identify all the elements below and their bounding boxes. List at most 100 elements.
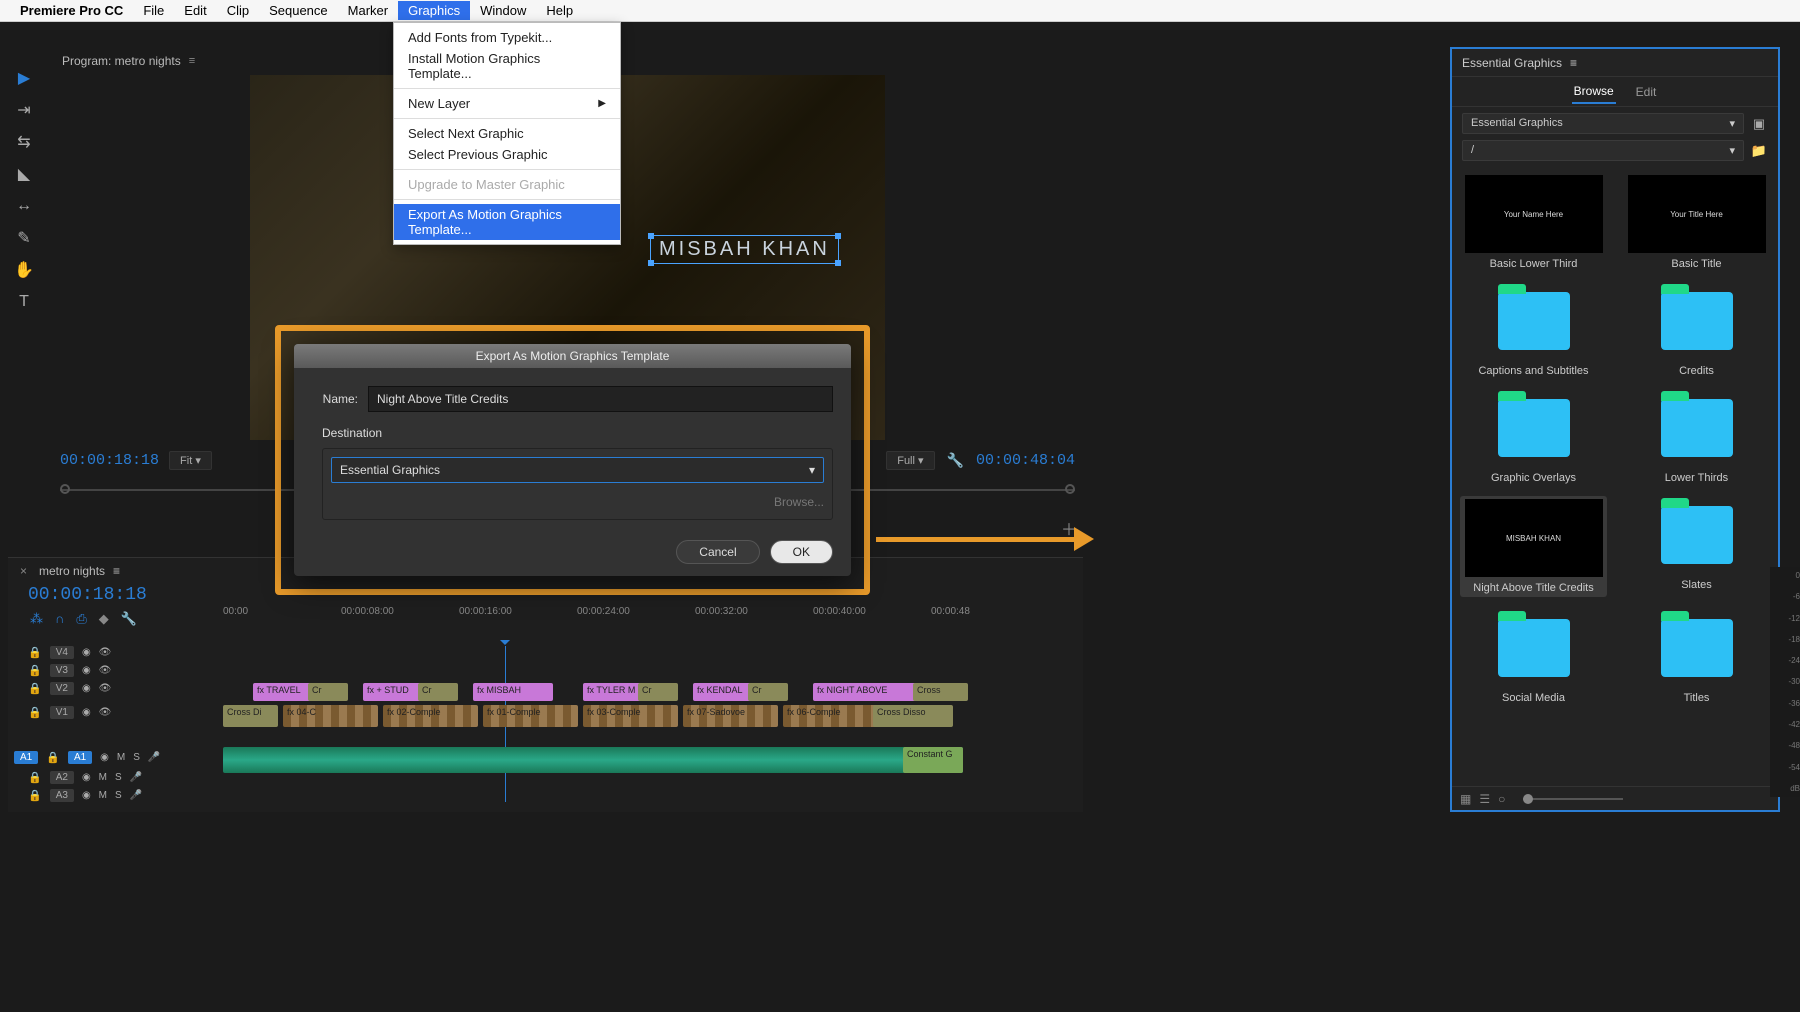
track-v2[interactable]: V2	[50, 682, 74, 695]
hand-tool-icon[interactable]: ✋	[13, 259, 35, 281]
eg-item[interactable]: Titles	[1623, 609, 1770, 704]
zoom-dropdown[interactable]: Full ▾	[886, 451, 934, 470]
lock-icon[interactable]: 🔒	[28, 789, 42, 802]
tab-edit[interactable]: Edit	[1634, 81, 1659, 103]
video-clip[interactable]: fx 04-C	[283, 705, 378, 727]
close-icon[interactable]: ×	[20, 564, 27, 578]
eye-icon[interactable]: 👁	[99, 683, 112, 694]
audio-transition[interactable]: Constant G	[903, 747, 963, 773]
wrench-icon[interactable]: 🔧	[947, 452, 964, 469]
lock-icon[interactable]: 🔒	[46, 751, 60, 764]
transition-clip[interactable]: Cr	[638, 683, 678, 701]
track-select-tool-icon[interactable]: ⇥	[13, 99, 35, 121]
lock-icon[interactable]: 🔒	[28, 646, 42, 659]
panel-menu-icon[interactable]: ≡	[1570, 56, 1577, 70]
menu-sequence[interactable]: Sequence	[259, 1, 338, 20]
list-view-icon[interactable]: ☰	[1479, 792, 1490, 806]
src-a1[interactable]: A1	[14, 751, 38, 764]
toggle-icon[interactable]: ◉	[82, 683, 91, 694]
video-clip[interactable]: fx 06-Comple	[783, 705, 878, 727]
pen-tool-icon[interactable]: ✎	[13, 227, 35, 249]
razor-tool-icon[interactable]: ◣	[13, 163, 35, 185]
audio-clip[interactable]	[223, 747, 963, 773]
dd-select-next[interactable]: Select Next Graphic	[394, 123, 620, 144]
dd-select-prev[interactable]: Select Previous Graphic	[394, 144, 620, 165]
ripple-tool-icon[interactable]: ⇆	[13, 131, 35, 153]
panel-menu-icon[interactable]: ≡	[113, 564, 120, 578]
slip-tool-icon[interactable]: ↔	[13, 195, 35, 217]
library-icon[interactable]: ▣	[1750, 115, 1768, 133]
menu-graphics[interactable]: Graphics	[398, 1, 470, 20]
toggle-icon[interactable]: ◉	[82, 647, 91, 658]
track-v3[interactable]: V3	[50, 664, 74, 677]
transition-clip[interactable]: Cross Disso	[873, 705, 953, 727]
mic-icon[interactable]: 🎤	[148, 752, 160, 763]
lock-icon[interactable]: 🔒	[28, 664, 42, 677]
fit-dropdown[interactable]: Fit ▾	[169, 451, 212, 470]
destination-dropdown[interactable]: Essential Graphics▾	[331, 457, 824, 483]
menu-help[interactable]: Help	[536, 1, 583, 20]
eg-item[interactable]: Captions and Subtitles	[1460, 282, 1607, 377]
transition-clip[interactable]: Cr	[418, 683, 458, 701]
toggle-icon[interactable]: ◉	[82, 707, 91, 718]
eg-item[interactable]: Credits	[1623, 282, 1770, 377]
eg-item[interactable]: MISBAH KHANNight Above Title Credits	[1460, 496, 1607, 597]
panel-menu-icon[interactable]: ≡	[189, 55, 195, 67]
menu-window[interactable]: Window	[470, 1, 536, 20]
dd-install-mogrt[interactable]: Install Motion Graphics Template...	[394, 48, 620, 84]
lock-icon[interactable]: 🔒	[28, 682, 42, 695]
selection-tool-icon[interactable]: ▶	[13, 67, 35, 89]
eye-icon[interactable]: 👁	[99, 647, 112, 658]
toggle-icon[interactable]: ◉	[82, 665, 91, 676]
linked-sel-icon[interactable]: ∩	[55, 611, 64, 627]
eg-item[interactable]: Slates	[1623, 496, 1770, 597]
folder-icon[interactable]: 📁	[1750, 142, 1768, 160]
ok-button[interactable]: OK	[770, 540, 833, 564]
track-v1[interactable]: V1	[50, 706, 74, 719]
video-clip[interactable]: fx 03-Comple	[583, 705, 678, 727]
transition-clip[interactable]: Cr	[748, 683, 788, 701]
eye-icon[interactable]: 👁	[99, 665, 112, 676]
eye-icon[interactable]: 👁	[99, 707, 112, 718]
tab-browse[interactable]: Browse	[1572, 80, 1616, 104]
dd-new-layer[interactable]: New Layer▶	[394, 93, 620, 114]
type-tool-icon[interactable]: T	[13, 291, 35, 313]
menu-marker[interactable]: Marker	[338, 1, 398, 20]
menu-file[interactable]: File	[133, 1, 174, 20]
eg-item[interactable]: Lower Thirds	[1623, 389, 1770, 484]
track-v4[interactable]: V4	[50, 646, 74, 659]
marker-add-icon[interactable]: ◆	[99, 611, 109, 627]
eg-item[interactable]: Graphic Overlays	[1460, 389, 1607, 484]
transition-clip[interactable]: Cross	[913, 683, 968, 701]
thumb-size-slider[interactable]	[1523, 798, 1623, 800]
dd-add-fonts[interactable]: Add Fonts from Typekit...	[394, 27, 620, 48]
settings-icon[interactable]: 🔧	[121, 611, 137, 627]
name-input[interactable]	[368, 386, 833, 412]
path-dropdown[interactable]: /▾	[1462, 140, 1744, 161]
zoom-out-icon[interactable]: ○	[1498, 792, 1505, 806]
mic-icon[interactable]: 🎤	[130, 772, 142, 783]
track-a3[interactable]: A3	[50, 789, 74, 802]
mic-icon[interactable]: 🎤	[130, 790, 142, 801]
cancel-button[interactable]: Cancel	[676, 540, 759, 564]
eg-item[interactable]: Your Title HereBasic Title	[1623, 175, 1770, 270]
dd-export-mogrt[interactable]: Export As Motion Graphics Template...	[394, 204, 620, 240]
program-tc-left[interactable]: 00:00:18:18	[60, 452, 159, 469]
graphics-clip[interactable]: fx MISBAH	[473, 683, 553, 701]
eg-item[interactable]: Your Name HereBasic Lower Third	[1460, 175, 1607, 270]
video-clip[interactable]: fx 01-Comple	[483, 705, 578, 727]
menu-clip[interactable]: Clip	[217, 1, 259, 20]
markers-icon[interactable]: ⎙	[76, 611, 86, 627]
eg-item[interactable]: Social Media	[1460, 609, 1607, 704]
title-overlay[interactable]: MISBAH KHAN	[650, 235, 839, 264]
menu-edit[interactable]: Edit	[174, 1, 216, 20]
library-dropdown[interactable]: Essential Graphics▾	[1462, 113, 1744, 134]
lock-icon[interactable]: 🔒	[28, 706, 42, 719]
video-clip[interactable]: fx 07-Sadovoe	[683, 705, 778, 727]
lock-icon[interactable]: 🔒	[28, 771, 42, 784]
transition-clip[interactable]: Cr	[308, 683, 348, 701]
track-a1[interactable]: A1	[68, 751, 92, 764]
track-a2[interactable]: A2	[50, 771, 74, 784]
snap-icon[interactable]: ⁂	[30, 611, 43, 627]
transition-clip[interactable]: Cross Di	[223, 705, 278, 727]
